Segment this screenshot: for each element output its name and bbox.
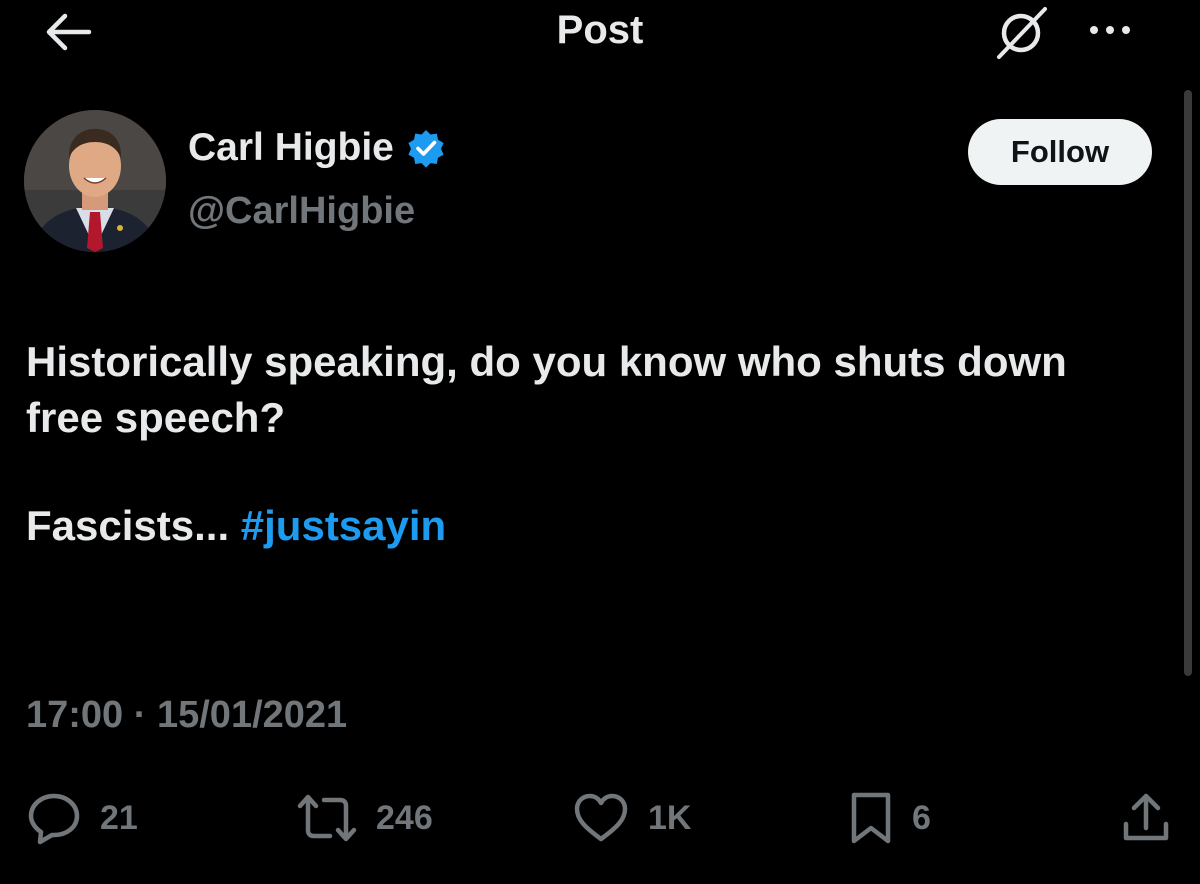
author-name-text: Carl Higbie: [188, 126, 394, 169]
post-timestamp[interactable]: 17:00 · 15/01/2021: [26, 694, 347, 737]
post-paragraph: Historically speaking, do you know who s…: [26, 338, 1067, 441]
reply-button[interactable]: 21: [26, 786, 138, 850]
grok-button[interactable]: [990, 2, 1054, 62]
avatar-photo: [24, 110, 166, 252]
more-dot-icon: [1122, 26, 1130, 34]
post-paragraph-text: Fascists...: [26, 502, 230, 549]
more-options-button[interactable]: [1078, 12, 1142, 48]
repost-count: 246: [376, 798, 433, 837]
share-button[interactable]: [1118, 786, 1174, 850]
author-name[interactable]: Carl Higbie: [188, 126, 446, 170]
verified-badge-icon: [406, 128, 446, 168]
bookmark-icon: [851, 792, 891, 844]
hashtag-link[interactable]: #justsayin: [241, 502, 446, 549]
repost-icon: [297, 794, 357, 842]
share-icon: [1123, 793, 1169, 841]
reply-icon: [28, 793, 80, 845]
post-paragraph: Fascists... #justsayin: [26, 498, 1146, 554]
more-dot-icon: [1090, 26, 1098, 34]
bookmark-button[interactable]: 6: [848, 786, 931, 850]
avatar[interactable]: [24, 110, 166, 252]
scrollbar[interactable]: [1184, 90, 1192, 676]
grok-slash-icon: [997, 7, 1047, 59]
author-handle[interactable]: @CarlHigbie: [188, 190, 415, 233]
more-dot-icon: [1106, 26, 1114, 34]
like-icon: [574, 793, 628, 842]
repost-button[interactable]: 246: [296, 786, 433, 850]
like-button[interactable]: 1K: [572, 786, 691, 850]
post-date: 15/01/2021: [156, 694, 348, 736]
arrow-left-icon: [46, 13, 92, 51]
follow-button[interactable]: Follow: [968, 119, 1152, 185]
timestamp-separator: ·: [133, 694, 147, 736]
post-text: Historically speaking, do you know who s…: [26, 334, 1146, 554]
reply-count: 21: [100, 798, 138, 837]
header-bar: Post: [0, 0, 1200, 66]
like-count: 1K: [648, 798, 692, 837]
bookmark-count: 6: [912, 798, 931, 837]
post-time: 17:00: [26, 694, 124, 736]
back-button[interactable]: [40, 8, 96, 56]
action-bar: 21 246 1K 6: [0, 786, 1200, 850]
